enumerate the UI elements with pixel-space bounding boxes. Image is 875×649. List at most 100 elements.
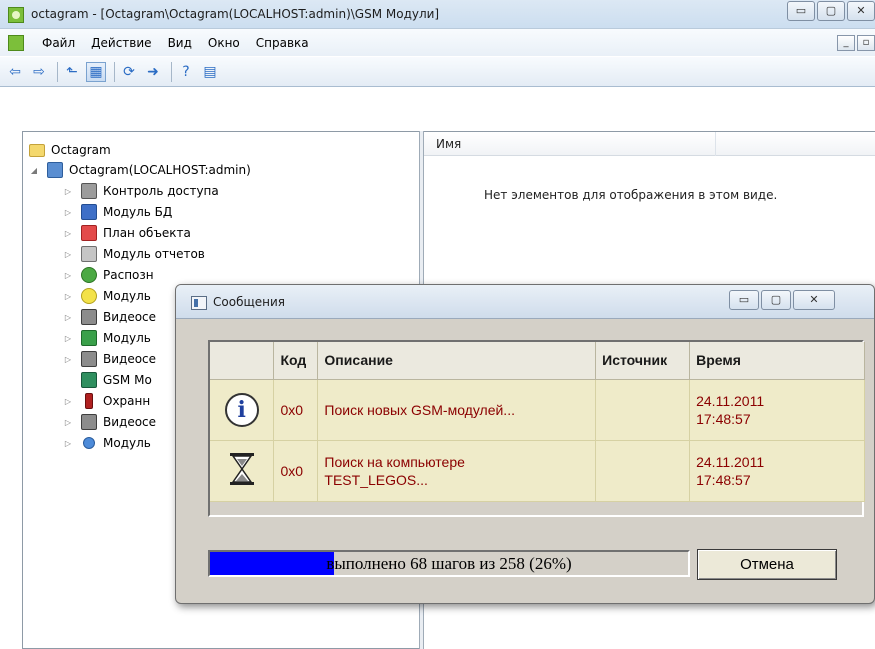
child-window-controls: _ ▫	[835, 35, 875, 51]
child-restore-button[interactable]: ▫	[857, 35, 875, 51]
window-controls: ▭ ▢ ✕	[785, 1, 875, 21]
row-code: 0x0	[273, 440, 319, 502]
menu-bar: Файл Действие Вид Окно Справка _ ▫	[0, 28, 875, 56]
dialog-close-button[interactable]: ✕	[793, 290, 835, 310]
column-header-name[interactable]: Имя	[424, 132, 716, 156]
gsm-icon	[81, 372, 97, 388]
weather-icon	[81, 288, 97, 304]
toolbar-separator	[57, 61, 58, 82]
tree-node-site-plan[interactable]: ▷ План объекта	[63, 223, 191, 243]
tree-node-label: Модуль	[103, 436, 151, 450]
expand-arrow-icon[interactable]: ▷	[63, 271, 73, 280]
table-header-row: Код Описание Источник Время	[210, 342, 865, 380]
row-description: Поиск на компьютере TEST_LEGOS...	[317, 440, 597, 502]
toolbar-separator	[114, 61, 115, 82]
tree-node-label: Распозн	[103, 268, 154, 282]
row-time-clock: 17:48:57	[696, 410, 751, 427]
expand-arrow-icon[interactable]: ▷	[63, 292, 73, 301]
dialog-minimize-button[interactable]: ▭	[729, 290, 759, 310]
row-source	[595, 440, 691, 502]
list-header: Имя	[424, 132, 875, 156]
octagram-app-icon	[8, 7, 24, 23]
table-row[interactable]: i 0x0 Поиск новых GSM-модулей... 24.11.2…	[210, 379, 865, 441]
empty-list-message: Нет элементов для отображения в этом вид…	[484, 188, 778, 202]
tree-node-label: Модуль	[103, 331, 151, 345]
column-header-extra[interactable]	[716, 132, 875, 156]
row-time: 24.11.2011 17:48:57	[689, 379, 865, 441]
tree-node-label: Octagram(LOCALHOST:admin)	[69, 163, 251, 177]
back-arrow-icon[interactable]: ⇦	[5, 62, 25, 82]
show-tree-icon[interactable]: ▦	[86, 61, 106, 82]
tree-node-label: Модуль отчетов	[103, 247, 205, 261]
expand-arrow-icon[interactable]: ▷	[63, 439, 73, 448]
export-icon[interactable]: ➜	[143, 62, 163, 82]
menu-file[interactable]: Файл	[34, 36, 83, 50]
menu-window[interactable]: Окно	[200, 36, 248, 50]
tree-node-server[interactable]: ◢ Octagram(LOCALHOST:admin)	[29, 160, 251, 180]
dialog-titlebar: Сообщения ▭ ▢ ✕	[176, 285, 874, 319]
messages-table-container: Код Описание Источник Время i 0x0 Поиск …	[208, 340, 865, 517]
table-row[interactable]: 0x0 Поиск на компьютере TEST_LEGOS... 24…	[210, 440, 865, 502]
row-time-clock: 17:48:57	[696, 471, 751, 488]
tree-node-label: Охранн	[103, 394, 151, 408]
cancel-button[interactable]: Отмена	[697, 549, 837, 580]
expand-arrow-icon[interactable]: ▷	[63, 229, 73, 238]
row-icon-cell: i	[210, 379, 275, 441]
maximize-button[interactable]: ▢	[817, 1, 845, 21]
camera-icon	[81, 414, 97, 430]
minimize-button[interactable]: ▭	[787, 1, 815, 21]
row-description: Поиск новых GSM-модулей...	[317, 379, 597, 441]
forward-arrow-icon[interactable]: ⇨	[29, 62, 49, 82]
row-icon-cell	[210, 440, 275, 502]
tree-node-module[interactable]: ▷ Модуль	[63, 328, 151, 348]
tree-node-video[interactable]: ▷ Видеосе	[63, 307, 156, 327]
tree-node-video[interactable]: ▷ Видеосе	[63, 412, 156, 432]
column-header-time[interactable]: Время	[689, 342, 865, 380]
tree-node-root[interactable]: Octagram	[29, 140, 111, 160]
expand-arrow-icon[interactable]: ▷	[63, 355, 73, 364]
info-icon: i	[224, 392, 259, 427]
expand-arrow-icon[interactable]: ▷	[63, 187, 73, 196]
plan-icon	[81, 225, 97, 241]
tree-node-alarm[interactable]: ▷ Охранн	[63, 391, 150, 411]
column-header-code[interactable]: Код	[273, 342, 319, 380]
expand-arrow-icon[interactable]: ▷	[63, 418, 73, 427]
close-button[interactable]: ✕	[847, 1, 875, 21]
column-header-source[interactable]: Источник	[595, 342, 691, 380]
camera-icon	[81, 351, 97, 367]
column-header-description[interactable]: Описание	[317, 342, 597, 380]
tree-node-gsm-modules[interactable]: GSM Mo	[81, 370, 152, 390]
tree-node-access-control[interactable]: ▷ Контроль доступа	[63, 181, 219, 201]
tree-node-label: Octagram	[51, 143, 111, 157]
expand-arrow-icon[interactable]: ▷	[63, 397, 73, 406]
menu-action[interactable]: Действие	[83, 36, 159, 50]
tree-node-reports[interactable]: ▷ Модуль отчетов	[63, 244, 205, 264]
help-icon[interactable]: ?	[176, 62, 196, 82]
column-header-icon[interactable]	[210, 342, 275, 380]
tree-node-module[interactable]: ▷ Модуль	[63, 286, 151, 306]
tree-node-recognition[interactable]: ▷ Распозн	[63, 265, 154, 285]
expand-arrow-icon[interactable]: ▷	[63, 250, 73, 259]
tree-node-module[interactable]: ▷ Модуль	[63, 433, 151, 453]
document-icon[interactable]	[8, 34, 24, 51]
module-icon	[81, 330, 97, 346]
menu-view[interactable]: Вид	[160, 36, 200, 50]
tree-node-db-module[interactable]: ▷ Модуль БД	[63, 202, 172, 222]
up-folder-icon[interactable]: ⬑	[62, 62, 82, 82]
progress-bar: выполнено 68 шагов из 258 (26%)	[208, 550, 690, 577]
recognition-icon	[81, 267, 97, 283]
expand-arrow-icon[interactable]: ▷	[63, 334, 73, 343]
expand-arrow-icon[interactable]: ▷	[63, 313, 73, 322]
tree-node-video[interactable]: ▷ Видеосе	[63, 349, 156, 369]
menu-help[interactable]: Справка	[248, 36, 317, 50]
tree-node-label: GSM Mo	[103, 373, 152, 387]
properties-icon[interactable]: ▤	[200, 62, 220, 82]
dialog-maximize-button[interactable]: ▢	[761, 290, 791, 310]
refresh-icon[interactable]: ⟳	[119, 62, 139, 82]
tree-node-label: План объекта	[103, 226, 191, 240]
collapse-arrow-icon[interactable]: ◢	[29, 166, 39, 175]
tree-node-label: Контроль доступа	[103, 184, 219, 198]
expand-arrow-icon[interactable]: ▷	[63, 208, 73, 217]
child-minimize-button[interactable]: _	[837, 35, 855, 51]
lock-icon	[81, 183, 97, 199]
